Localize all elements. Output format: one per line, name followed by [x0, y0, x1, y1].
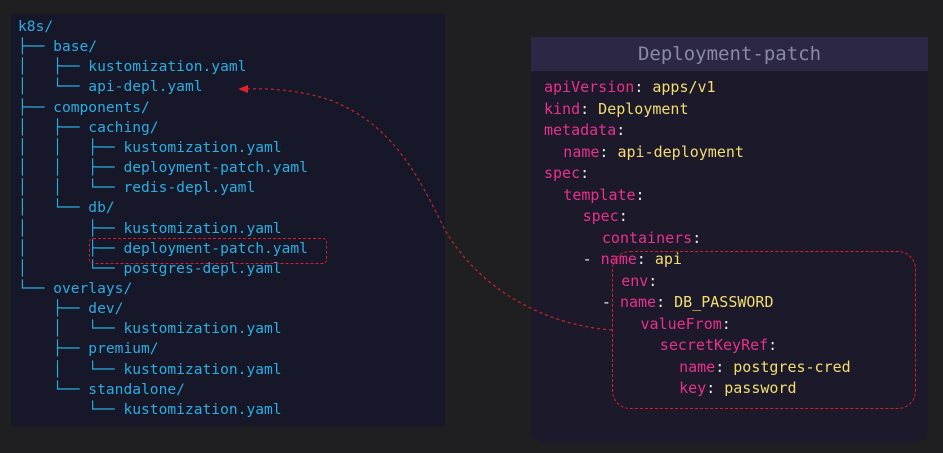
connector-arrow	[238, 85, 613, 331]
arrow-head-icon	[238, 85, 248, 93]
